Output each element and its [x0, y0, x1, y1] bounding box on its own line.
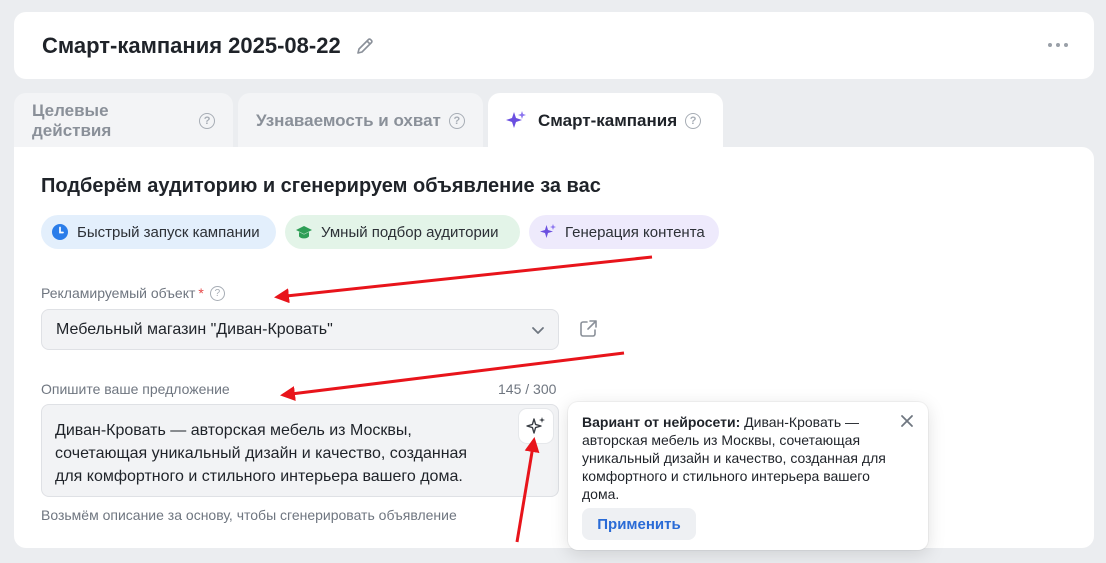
ai-suggestion-text: Вариант от нейросети: Диван-Кровать — ав…	[582, 413, 888, 503]
sparkles-icon	[526, 417, 545, 434]
sparkles-icon	[506, 111, 526, 128]
required-mark: *	[198, 285, 204, 301]
more-options-icon[interactable]	[1048, 43, 1068, 47]
tab-awareness-reach[interactable]: Узнаваемость и охват ?	[238, 93, 483, 149]
description-hint: Возьмём описание за основу, чтобы сгенер…	[41, 507, 457, 523]
campaign-header: Смарт-кампания 2025-08-22	[14, 12, 1094, 79]
chip-label: Быстрый запуск кампании	[77, 223, 260, 241]
tab-smart-campaign[interactable]: Смарт-кампания ?	[488, 93, 723, 149]
tab-label: Узнаваемость и охват	[256, 111, 441, 130]
help-icon[interactable]: ?	[685, 113, 702, 129]
offer-description-textarea[interactable]: Диван-Кровать — авторская мебель из Моск…	[41, 404, 559, 497]
help-icon[interactable]: ?	[448, 113, 465, 129]
chevron-down-icon	[532, 327, 544, 334]
ai-suggestion-popover: Вариант от нейросети: Диван-Кровать — ав…	[568, 402, 928, 550]
tab-label: Смарт-кампания	[538, 111, 678, 130]
close-icon[interactable]	[900, 414, 914, 428]
pencil-icon[interactable]	[355, 36, 375, 56]
offer-description-label: Опишите ваше предложение	[41, 381, 230, 397]
feature-chip-smart-audience: Умный подбор аудитории	[285, 215, 520, 249]
advertised-object-label: Рекламируемый объект * ?	[41, 285, 225, 301]
select-value: Мебельный магазин "Диван-Кровать"	[56, 320, 333, 338]
clock-icon	[51, 223, 69, 241]
sparkles-icon	[539, 223, 557, 241]
chip-label: Генерация контента	[565, 223, 705, 241]
section-headline: Подберём аудиторию и сгенерируем объявле…	[41, 175, 601, 197]
character-counter: 145 / 300	[498, 381, 557, 397]
tab-targeted-actions[interactable]: Целевые действия ?	[14, 93, 233, 149]
help-icon[interactable]: ?	[209, 285, 225, 301]
feature-chip-content-generation: Генерация контента	[529, 215, 719, 249]
external-link-icon[interactable]	[578, 319, 598, 339]
help-icon[interactable]: ?	[199, 113, 215, 129]
smart-campaign-panel: Подберём аудиторию и сгенерируем объявле…	[14, 147, 1094, 548]
apply-button[interactable]: Применить	[582, 508, 696, 540]
chip-label: Умный подбор аудитории	[321, 223, 499, 241]
field-label-text: Рекламируемый объект	[41, 285, 196, 301]
ai-generate-button[interactable]	[519, 409, 553, 443]
ai-suggestion-prefix: Вариант от нейросети:	[582, 414, 741, 430]
campaign-title: Смарт-кампания 2025-08-22	[42, 32, 341, 58]
graduation-cap-icon	[295, 223, 313, 241]
advertised-object-select[interactable]: Мебельный магазин "Диван-Кровать"	[41, 309, 559, 350]
feature-chip-fast-launch: Быстрый запуск кампании	[41, 215, 276, 249]
tab-label: Целевые действия	[32, 101, 112, 140]
